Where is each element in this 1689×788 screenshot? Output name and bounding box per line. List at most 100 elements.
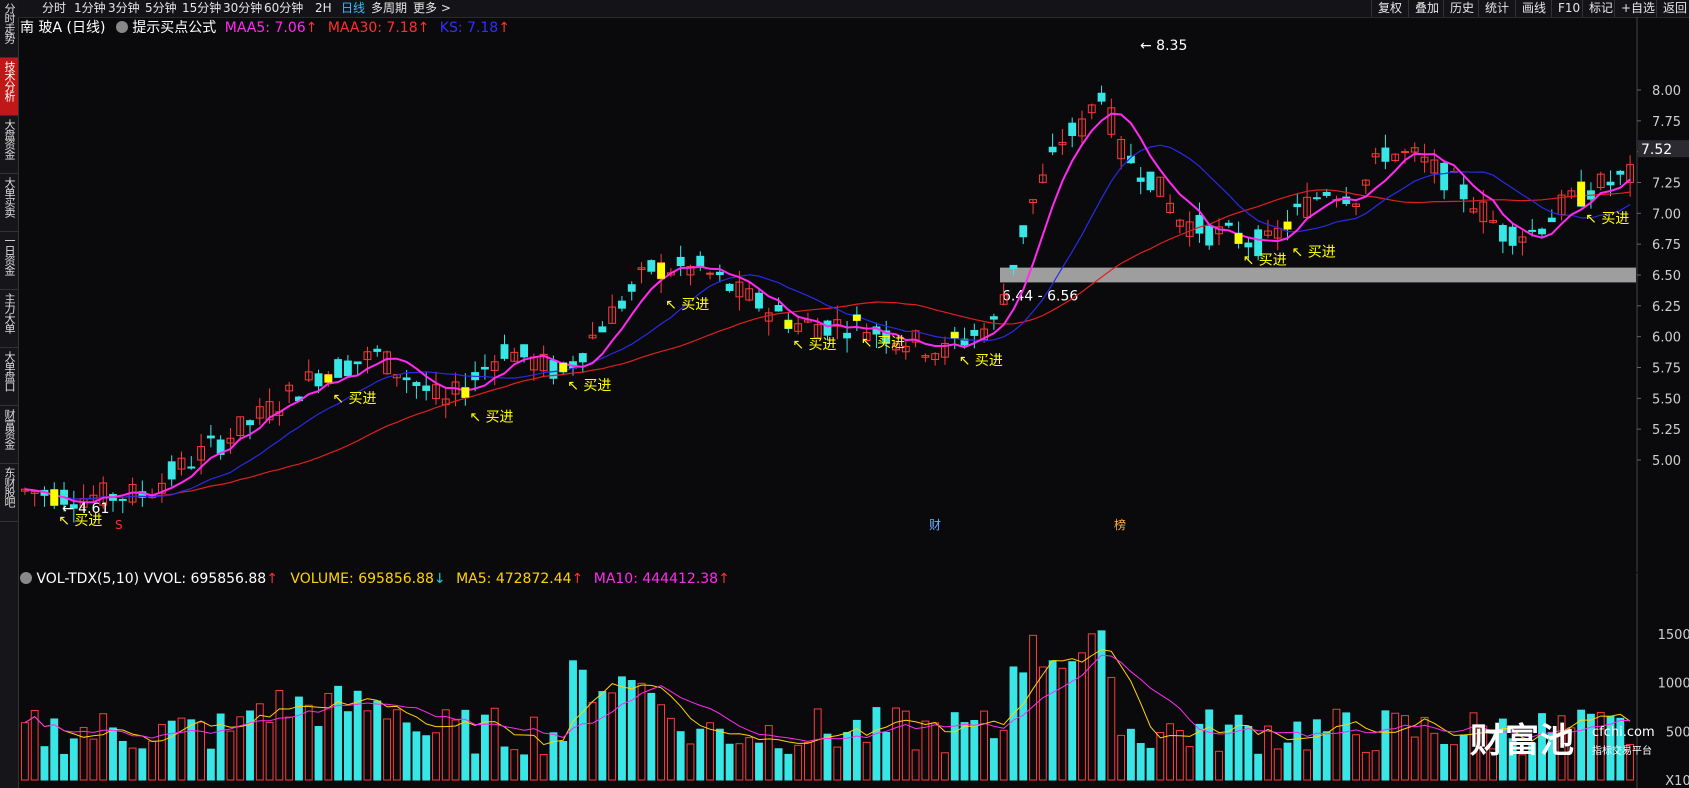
volume-dropdown-icon[interactable] <box>20 572 32 584</box>
volume-bar <box>392 709 401 781</box>
volume-bar <box>109 727 117 781</box>
candle-body <box>1322 191 1331 196</box>
volume-bar <box>383 718 391 781</box>
candle-body <box>578 353 587 363</box>
candle-body <box>1195 215 1204 234</box>
volume-bar <box>1048 660 1057 781</box>
toolbar-button-0[interactable]: 复权 <box>1371 0 1402 17</box>
timeframe-tab-5[interactable]: 30分钟 <box>223 0 262 17</box>
volume-bar <box>1381 710 1390 781</box>
volume-bar <box>833 746 842 781</box>
buy-signal-bar <box>324 374 333 383</box>
volume-bar <box>539 753 548 781</box>
volume-bar <box>529 716 538 781</box>
candle-body <box>187 466 196 469</box>
price-chart[interactable]: 南 玻A (日线) 提示买点公式 MAA5: 7.06↑ MAA30: 7.18… <box>18 17 1689 572</box>
volume-bar <box>676 731 685 781</box>
buy-signal-label: ↖ 买进 <box>332 391 376 407</box>
candles <box>20 85 1635 523</box>
volume-bar <box>1577 709 1586 781</box>
buy-signal-bar <box>461 387 470 398</box>
sidebar-item-8[interactable]: 东财股吧 <box>0 464 18 522</box>
sidebar-item-7[interactable]: 财富资金 <box>0 406 18 464</box>
price-chart-canvas[interactable]: 8.007.757.507.257.006.756.506.256.005.75… <box>18 17 1689 572</box>
candle-body <box>1616 170 1625 175</box>
volume-bar <box>1215 750 1223 781</box>
buy-signal-bar <box>1234 233 1243 244</box>
candle-body <box>970 329 979 336</box>
timeframe-tab-3[interactable]: 5分钟 <box>145 0 177 17</box>
buy-signal-label: ↖ 买进 <box>1585 211 1629 227</box>
volume-chart[interactable]: 15000 10000 5000 X100 VOL-TDX(5,10) VVOL: 6… <box>18 571 1689 788</box>
sidebar-item-3[interactable]: 大单买卖 <box>0 174 18 232</box>
volume-bar <box>950 712 959 781</box>
volume-bar <box>608 692 617 781</box>
candle-body <box>618 300 626 309</box>
volume-bar <box>1097 630 1106 781</box>
volume-bar <box>1078 652 1086 781</box>
toolbar-button-7[interactable]: +自选 <box>1614 0 1655 17</box>
volume-bar <box>60 753 68 781</box>
volume-bar <box>1029 634 1037 781</box>
candle-body <box>1009 264 1018 270</box>
toolbar-button-4[interactable]: 画线 <box>1515 0 1546 17</box>
sidebar-item-1[interactable]: 技术分析 <box>0 58 18 116</box>
volume-bar <box>1391 712 1400 781</box>
timeframe-tab-4[interactable]: 15分钟 <box>182 0 221 17</box>
buy-signal-label: ↖ 买进 <box>665 297 709 313</box>
volume-label: VOLUME: 695856.88 <box>290 571 434 587</box>
toolbar-button-3[interactable]: 统计 <box>1478 0 1509 17</box>
sidebar-item-0[interactable]: 分时走势 <box>0 0 18 58</box>
timeframe-tab-6[interactable]: 60分钟 <box>264 0 303 17</box>
toolbar-button-6[interactable]: 标记 <box>1582 0 1613 17</box>
candle-body <box>373 348 382 352</box>
volume-tick-label: 10000 <box>1658 677 1689 692</box>
buy-signal-bar <box>1577 182 1586 207</box>
candle-body <box>314 373 323 387</box>
volume-bar <box>128 747 137 781</box>
timeframe-tab-1[interactable]: 1分钟 <box>74 0 106 17</box>
sidebar-item-5[interactable]: 主力大单 <box>0 290 18 348</box>
toolbar-button-1[interactable]: 叠加 <box>1408 0 1439 17</box>
timeframe-tab-0[interactable]: 分时 <box>42 0 66 17</box>
volume-bar <box>275 690 284 781</box>
toolbar-button-5[interactable]: F10 <box>1551 0 1580 17</box>
candle-body <box>696 255 705 267</box>
volume-bar <box>735 743 744 781</box>
volume-bar <box>764 725 773 781</box>
price-tick-label: 8.00 <box>1652 84 1681 99</box>
toolbar-button-8[interactable]: 返回 <box>1656 0 1687 17</box>
sidebar: 分时走势技术分析 大盘资金 大单买卖 一日资金 主力大单 大单盘口 财富资金东财股吧 <box>0 0 19 788</box>
marker-s: S <box>115 518 123 532</box>
sidebar-item-6[interactable]: 大单盘口 <box>0 348 18 406</box>
candle-body <box>500 344 509 359</box>
price-tick-label: 7.00 <box>1652 207 1681 222</box>
timeframe-tab-7[interactable]: 2H <box>315 0 332 17</box>
volume-chart-canvas[interactable]: 15000 10000 5000 X100 <box>18 573 1689 788</box>
watermark-logo: 财富池 <box>1470 721 1575 761</box>
volume-bar <box>1038 666 1047 781</box>
timeframe-tab-9[interactable]: 多周期 <box>371 0 407 17</box>
candle-body <box>1205 225 1214 246</box>
buy-signal-label: ↖ 买进 <box>567 378 611 394</box>
low-price-label: ← 4.61 <box>62 501 109 517</box>
volume-bar <box>69 738 78 781</box>
sidebar-item-2[interactable]: 大盘资金 <box>0 116 18 174</box>
sidebar-item-label: 东财股吧 <box>3 467 16 507</box>
sidebar-item-4[interactable]: 一日资金 <box>0 232 18 290</box>
timeframe-tab-8[interactable]: 日线 <box>341 0 365 17</box>
candle-body <box>167 461 176 480</box>
toolbar-button-2[interactable]: 历史 <box>1443 0 1474 17</box>
sidebar-item-label: 分时走势 <box>3 3 16 43</box>
volume-bar <box>206 748 215 781</box>
volume-bar <box>598 691 607 781</box>
volume-bar <box>941 752 949 781</box>
buy-signal-label: ↖ 买进 <box>792 337 836 353</box>
timeframe-tab-2[interactable]: 3分钟 <box>108 0 140 17</box>
timeframe-tab-10[interactable]: 更多 > <box>413 0 451 17</box>
candle-body <box>1440 162 1449 191</box>
volume-title[interactable]: VOL-TDX(5,10) <box>36 571 139 587</box>
volume-bar <box>99 713 108 781</box>
candle-body <box>246 420 254 426</box>
watermark-slogan: 指标交易平台 <box>1592 746 1652 757</box>
